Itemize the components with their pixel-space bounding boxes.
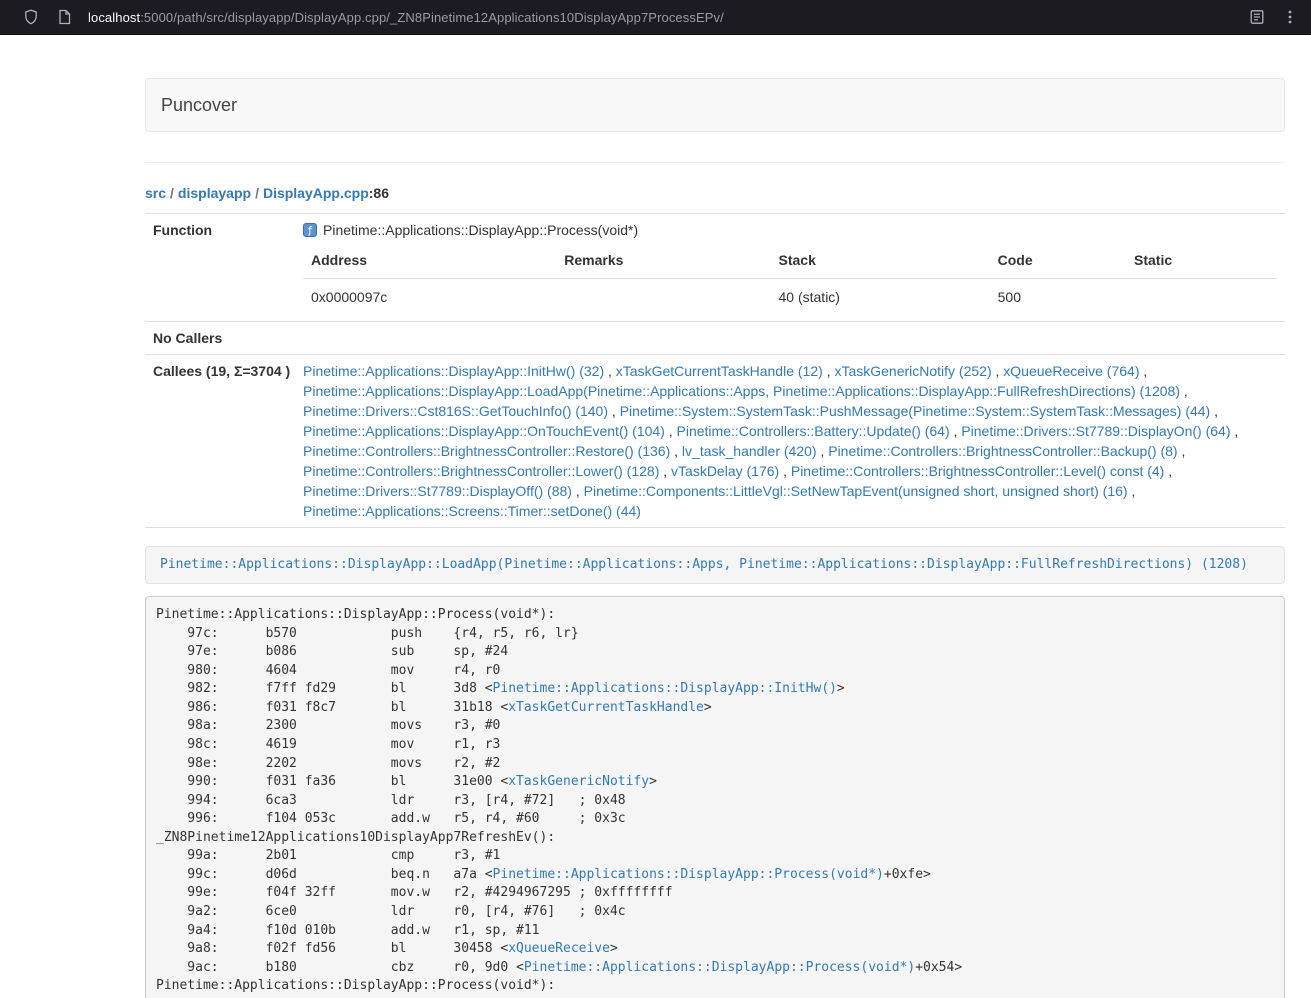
callee-link[interactable]: Pinetime::Controllers::BrightnessControl… <box>303 463 659 479</box>
table-row: 0x0000097c 40 (static) 500 <box>303 279 1277 316</box>
cell-static <box>1126 279 1277 316</box>
breadcrumb-line-number: :86 <box>369 185 389 201</box>
stats-header-row: Address Remarks Stack Code Static <box>303 242 1277 279</box>
breadcrumb-link-displayapp[interactable]: displayapp <box>178 185 251 201</box>
no-callers-label: No Callers <box>145 322 295 355</box>
disassembly-symbol-link[interactable]: xTaskGetCurrentTaskHandle <box>508 700 704 715</box>
page-content: Puncover src/displayapp/DisplayApp.cpp:8… <box>145 78 1285 998</box>
no-callers-row: No Callers <box>145 322 1285 355</box>
column-header-address: Address <box>303 242 556 279</box>
function-table: Function ƒ Pinetime::Applications::Displ… <box>145 213 1285 528</box>
disassembly-symbol-link[interactable]: xQueueReceive <box>508 941 610 956</box>
page-info-icon[interactable] <box>55 8 73 26</box>
callee-link[interactable]: Pinetime::Controllers::BrightnessControl… <box>303 443 670 459</box>
breadcrumb: src/displayapp/DisplayApp.cpp:86 <box>145 185 1285 202</box>
breadcrumb-link-src[interactable]: src <box>145 185 166 201</box>
callees-row: Callees (19, Σ=3704 ) Pinetime::Applicat… <box>145 355 1285 528</box>
function-signature-line: ƒ Pinetime::Applications::DisplayApp::Pr… <box>303 220 1277 240</box>
callees-list: Pinetime::Applications::DisplayApp::Init… <box>295 355 1285 528</box>
browser-window: localhost:5000/path/src/displayapp/Displ… <box>0 0 1311 998</box>
column-header-static: Static <box>1126 242 1277 279</box>
svg-text:ƒ: ƒ <box>307 226 313 237</box>
app-navbar: Puncover <box>145 78 1285 132</box>
browser-toolbar: localhost:5000/path/src/displayapp/Displ… <box>0 0 1311 35</box>
callee-link[interactable]: Pinetime::Drivers::St7789::DisplayOff() … <box>303 483 572 499</box>
url-bar[interactable]: localhost:5000/path/src/displayapp/Displ… <box>88 10 1233 25</box>
callee-link[interactable]: vTaskDelay (176) <box>671 463 779 479</box>
selected-symbol-link[interactable]: Pinetime::Applications::DisplayApp::Load… <box>160 557 1248 572</box>
cell-address: 0x0000097c <box>303 279 556 316</box>
no-callers-value <box>295 322 1285 355</box>
callees-label: Callees (19, Σ=3704 ) <box>145 355 295 528</box>
cell-stack: 40 (static) <box>771 279 990 316</box>
callee-link[interactable]: Pinetime::Applications::DisplayApp::Init… <box>303 363 604 379</box>
callee-link[interactable]: Pinetime::Applications::DisplayApp::OnTo… <box>303 423 665 439</box>
function-signature: Pinetime::Applications::DisplayApp::Proc… <box>323 220 638 240</box>
url-host: localhost <box>88 10 140 25</box>
disassembly-symbol-link[interactable]: xTaskGenericNotify <box>508 774 649 789</box>
column-header-code: Code <box>990 242 1126 279</box>
function-label: Function <box>145 214 295 322</box>
callee-link[interactable]: lv_task_handler (420) <box>682 443 817 459</box>
callee-link[interactable]: xTaskGetCurrentTaskHandle (12) <box>616 363 823 379</box>
divider <box>145 162 1285 163</box>
callee-link[interactable]: xTaskGenericNotify (252) <box>834 363 991 379</box>
disassembly-code: Pinetime::Applications::DisplayApp::Proc… <box>145 596 1285 998</box>
callee-link[interactable]: Pinetime::Drivers::Cst816S::GetTouchInfo… <box>303 403 608 419</box>
callee-link[interactable]: Pinetime::Components::LittleVgl::SetNewT… <box>584 483 1128 499</box>
callee-link[interactable]: xQueueReceive (764) <box>1003 363 1139 379</box>
cell-remarks <box>556 279 770 316</box>
callee-link[interactable]: Pinetime::Applications::DisplayApp::Load… <box>303 383 1180 399</box>
shield-icon[interactable] <box>22 8 40 26</box>
function-row: Function ƒ Pinetime::Applications::Displ… <box>145 214 1285 322</box>
column-header-remarks: Remarks <box>556 242 770 279</box>
callee-link[interactable]: Pinetime::Controllers::BrightnessControl… <box>791 463 1164 479</box>
selected-symbol-well: Pinetime::Applications::DisplayApp::Load… <box>145 546 1285 584</box>
disassembly-symbol-link[interactable]: Pinetime::Applications::DisplayApp::Proc… <box>493 867 884 882</box>
menu-kebab-icon[interactable] <box>1281 8 1299 26</box>
breadcrumb-link-file[interactable]: DisplayApp.cpp <box>263 185 369 201</box>
function-stats-table: Address Remarks Stack Code Static 0x0000… <box>303 242 1277 315</box>
cell-code: 500 <box>990 279 1126 316</box>
url-path: :5000/path/src/displayapp/DisplayApp.cpp… <box>140 10 724 25</box>
callee-link[interactable]: Pinetime::Applications::Screens::Timer::… <box>303 503 641 519</box>
reader-mode-icon[interactable] <box>1248 8 1266 26</box>
breadcrumb-separator: / <box>166 185 178 201</box>
breadcrumb-separator: / <box>251 185 263 201</box>
function-symbol-icon: ƒ <box>303 223 317 237</box>
callee-link[interactable]: Pinetime::Controllers::BrightnessControl… <box>828 443 1177 459</box>
callee-link[interactable]: Pinetime::Drivers::St7789::DisplayOn() (… <box>961 423 1230 439</box>
app-title[interactable]: Puncover <box>161 95 237 115</box>
column-header-stack: Stack <box>771 242 990 279</box>
callee-link[interactable]: Pinetime::Controllers::Battery::Update()… <box>677 423 950 439</box>
callee-link[interactable]: Pinetime::System::SystemTask::PushMessag… <box>620 403 1211 419</box>
disassembly-symbol-link[interactable]: Pinetime::Applications::DisplayApp::Init… <box>493 681 837 696</box>
disassembly-symbol-link[interactable]: Pinetime::Applications::DisplayApp::Proc… <box>524 960 915 975</box>
